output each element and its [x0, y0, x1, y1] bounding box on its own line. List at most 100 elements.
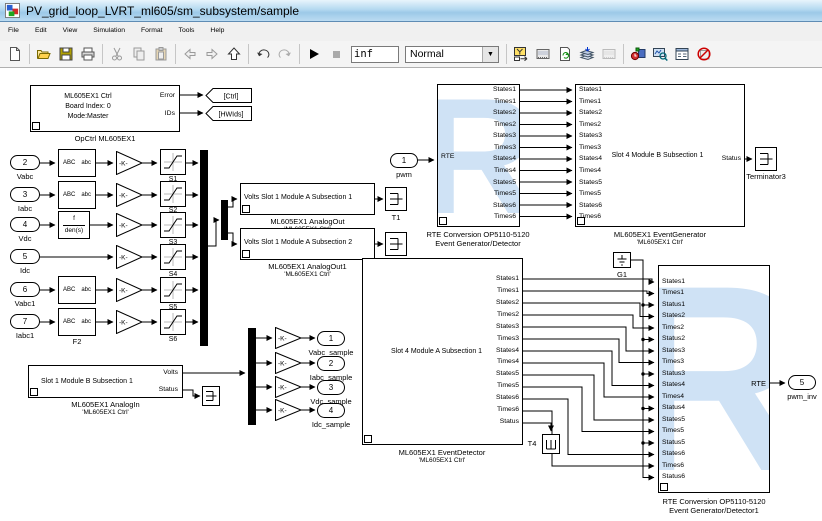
inport-1-pwm[interactable]: 1 — [390, 153, 418, 168]
abc-conversion-block-4[interactable]: ABCabc — [58, 308, 96, 336]
goto-tag-ctrl[interactable]: [Ctrl] — [205, 88, 253, 103]
gain-block-6[interactable]: -K- — [116, 310, 143, 334]
abc-conversion-block-1[interactable]: ABCabc — [58, 149, 96, 177]
svg-text:-K-: -K- — [278, 361, 287, 368]
gain-block-1[interactable]: -K- — [116, 151, 143, 175]
port-label: States1 — [496, 276, 519, 283]
transfer-fcn-block[interactable]: f den(s) — [58, 211, 90, 239]
analogin-volts-label: Volts — [163, 370, 178, 377]
outport-1-vabc-sample[interactable]: 1 — [317, 331, 345, 346]
inport-4[interactable]: 4 — [10, 217, 40, 232]
eventgenerator-subcaption: 'ML605EX1 Ctrl' — [585, 239, 735, 247]
mux-bar[interactable] — [200, 150, 208, 346]
saturation-block-s3[interactable] — [160, 212, 186, 238]
analogin-status-label: Status — [159, 387, 178, 394]
port-label: States4 — [493, 156, 516, 163]
inport-3[interactable]: 3 — [10, 187, 40, 202]
outport-2-iabc-sample[interactable]: 2 — [317, 356, 345, 371]
terminator3-caption: Terminator3 — [736, 172, 796, 181]
saturation-block-s1[interactable] — [160, 149, 186, 175]
terminator3-block[interactable] — [755, 147, 777, 171]
eventgenerator-status-label: Status — [722, 156, 741, 163]
opctrl-out-error: Error — [160, 93, 175, 100]
inport-7[interactable]: 7 — [10, 314, 40, 329]
port-label: Times4 — [497, 359, 519, 366]
saturation-block-s6[interactable] — [160, 309, 186, 335]
port-label: Status2 — [662, 336, 707, 343]
eventdetector-block[interactable]: Slot 4 Module A Subsection 1 States1 Time… — [362, 258, 523, 445]
goto-tag-hwids[interactable]: [HWIds] — [205, 106, 253, 121]
analogout1-block[interactable]: Volts Slot 1 Module A Subsection 2 — [240, 228, 375, 260]
inport-5[interactable]: 5 — [10, 249, 40, 264]
f2-caption: F2 — [58, 337, 96, 346]
rte-conversion-block[interactable]: R RTE States1Times1States2Times2States3T… — [437, 84, 520, 227]
analogout1-subcaption: 'ML605EX1 Ctrl' — [240, 271, 375, 279]
outport-4-idc-sample[interactable]: 4 — [317, 403, 345, 418]
eventdetector-subcaption: 'ML605EX1 Ctrl' — [367, 457, 517, 465]
abc-conversion-block-2[interactable]: ABCabc — [58, 181, 96, 209]
port-label: States4 — [496, 348, 519, 355]
port-label: States6 — [662, 451, 707, 458]
outport-5-number: 5 — [800, 378, 804, 387]
svg-text:-K-: -K- — [278, 408, 287, 415]
port-label: Status1 — [662, 302, 707, 309]
abc-conversion-block-3[interactable]: ABCabc — [58, 276, 96, 304]
gain-block-3[interactable]: -K- — [116, 213, 143, 237]
gain-block-2[interactable]: -K- — [116, 183, 143, 207]
eventdetector-output-labels: States1Times1States2Times2States3Times3S… — [479, 276, 519, 426]
port-label: Times1 — [579, 99, 629, 106]
inport-6[interactable]: 6 — [10, 282, 40, 297]
rte-conversion1-input-labels: States1Times1Status1States2Times2Status2… — [662, 279, 707, 481]
demux-bar-small[interactable] — [221, 200, 228, 240]
abc-left-label: ABC — [63, 192, 75, 198]
terminator-t4[interactable] — [542, 434, 560, 454]
port-label: Status3 — [662, 371, 707, 378]
outport-2-number: 2 — [329, 359, 333, 368]
analogout-block[interactable]: Volts Slot 1 Module A Subsection 1 — [240, 183, 375, 215]
transfer-fcn-divider — [63, 225, 85, 226]
inport-3-label: Iabc — [5, 204, 45, 213]
svg-text:-K-: -K- — [119, 288, 128, 295]
block-badge-icon — [577, 217, 585, 225]
abc-right-label: abc — [81, 287, 91, 293]
saturation-caption-s6: S6 — [160, 336, 186, 344]
outport-3-vdc-sample[interactable]: 3 — [317, 380, 345, 395]
inport-2-number: 2 — [23, 158, 27, 167]
sample-gain-1[interactable]: -K- — [275, 327, 302, 349]
eventdetector-text: Slot 4 Module A Subsection 1 — [391, 348, 482, 355]
goto-tag-hwids-label: [HWIds] — [219, 112, 244, 119]
ground-block-g1[interactable] — [613, 252, 631, 268]
port-label: Times1 — [497, 288, 519, 295]
block-badge-icon — [660, 483, 668, 491]
port-label: Status4 — [662, 405, 707, 412]
port-label: Times2 — [497, 312, 519, 319]
opctrl-text-line3: Mode:Master — [31, 112, 145, 122]
rte-conversion1-block[interactable]: R States1Times1Status1States2Times2Statu… — [658, 265, 770, 493]
port-label: Times5 — [497, 383, 519, 390]
port-label: Times3 — [662, 359, 707, 366]
block-badge-icon — [242, 250, 250, 258]
terminator-t1[interactable] — [385, 187, 407, 211]
saturation-block-s4[interactable] — [160, 244, 186, 270]
svg-text:-K-: -K- — [119, 193, 128, 200]
saturation-block-s5[interactable] — [160, 277, 186, 303]
port-label: States5 — [579, 180, 629, 187]
rte-in-label: RTE — [441, 154, 454, 161]
inport-2[interactable]: 2 — [10, 155, 40, 170]
gain-block-5[interactable]: -K- — [116, 278, 143, 302]
svg-text:-K-: -K- — [119, 161, 128, 168]
gain-block-4[interactable]: -K- — [116, 245, 143, 269]
opctrl-block[interactable]: ML605EX1 Ctrl Board Index: 0 Mode:Master… — [30, 85, 180, 132]
demux-bar-bottom[interactable] — [248, 328, 256, 425]
port-label: States3 — [662, 348, 707, 355]
eventdetector-caption: ML605EX1 EventDetector — [367, 448, 517, 457]
analogin-status-terminator[interactable] — [202, 386, 220, 406]
eventgenerator-block[interactable]: States1Times1States2Times2States3Times3S… — [575, 84, 745, 227]
port-label: Times1 — [494, 99, 516, 106]
outport-5-pwm-inv[interactable]: 5 — [788, 375, 816, 390]
analogin-block[interactable]: Slot 1 Module B Subsection 1 Volts Statu… — [28, 365, 183, 398]
svg-text:-K-: -K- — [119, 320, 128, 327]
saturation-block-s2[interactable] — [160, 181, 186, 207]
opctrl-out-ids: IDs — [165, 111, 175, 118]
port-label: States4 — [662, 382, 707, 389]
